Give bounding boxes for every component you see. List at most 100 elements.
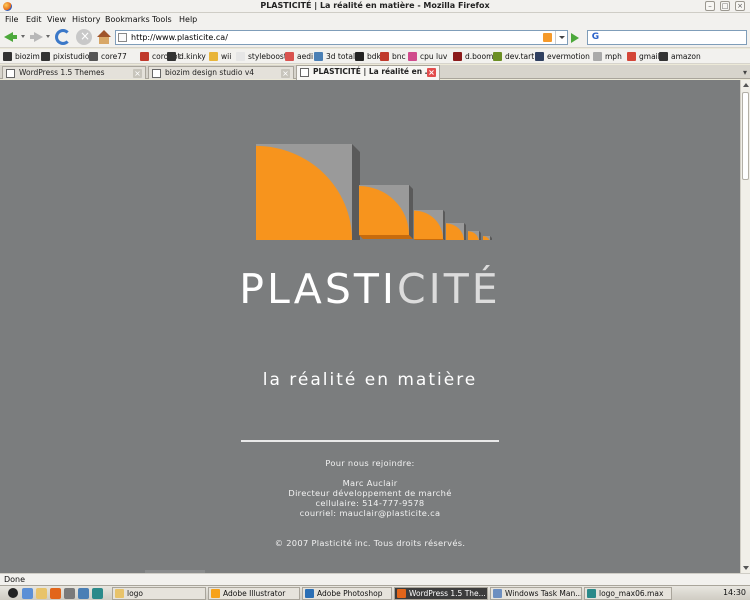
logo-cube <box>446 223 466 240</box>
bookmark-label: gmail <box>639 52 660 61</box>
app-icon <box>211 589 220 598</box>
taskbar-item-label: logo <box>127 589 144 598</box>
bookmark-wii[interactable]: wii <box>209 51 231 62</box>
close-tab-icon[interactable]: × <box>427 68 436 77</box>
quicklaunch-ie-icon[interactable] <box>22 588 33 599</box>
bookmark-label: cpu luv <box>420 52 448 61</box>
bookmark-favicon-icon <box>453 52 462 61</box>
bookmark-label: aedi <box>297 52 314 61</box>
taskbar-item-adobe-illustrator[interactable]: Adobe Illustrator <box>208 587 300 600</box>
quicklaunch-desktop-icon[interactable] <box>64 588 75 599</box>
page-icon <box>6 69 15 78</box>
stop-icon[interactable] <box>76 29 92 45</box>
tab-list-chevron-icon[interactable]: ▾ <box>743 68 747 77</box>
quicklaunch-max-icon[interactable] <box>92 588 103 599</box>
bookmark-label: core77 <box>101 52 127 61</box>
contact-email[interactable]: courriel: mauclair@plasticite.ca <box>0 508 740 518</box>
reload-icon[interactable] <box>55 29 71 45</box>
home-icon[interactable] <box>96 29 112 45</box>
start-menu-icon[interactable] <box>8 588 18 598</box>
close-window-button[interactable]: × <box>735 1 745 11</box>
menu-bookmarks[interactable]: Bookmarks <box>105 15 150 24</box>
brand-part-1: PLASTI <box>239 265 398 313</box>
menu-help[interactable]: Help <box>179 15 197 24</box>
bookmark-label: evermotion <box>547 52 590 61</box>
vertical-scrollbar[interactable] <box>740 80 750 573</box>
bookmark-favicon-icon <box>627 52 636 61</box>
bookmark-3d-total[interactable]: 3d total <box>314 51 355 62</box>
bookmark-label: styleboost <box>248 52 287 61</box>
menu-bar: File Edit View History Bookmarks Tools H… <box>0 13 750 26</box>
menu-tools[interactable]: Tools <box>152 15 172 24</box>
bookmark-bnc[interactable]: bnc <box>380 51 406 62</box>
minimize-button[interactable]: – <box>705 1 715 11</box>
bookmark-pixistudio[interactable]: pixistudio <box>41 51 89 62</box>
bookmark-bdk[interactable]: bdk <box>355 51 381 62</box>
bookmark-favicon-icon <box>3 52 12 61</box>
bookmark-d-kinky[interactable]: d.kinky <box>167 51 206 62</box>
bookmark-cpu-luv[interactable]: cpu luv <box>408 51 447 62</box>
logo-cube <box>359 185 413 239</box>
quicklaunch-firefox-icon[interactable] <box>50 588 61 599</box>
bookmark-amazon[interactable]: amazon <box>659 51 701 62</box>
taskbar-item-wordpress-1-5-the[interactable]: WordPress 1.5 The... <box>394 587 488 600</box>
bookmark-d-boom[interactable]: d.boom <box>453 51 493 62</box>
page-icon <box>118 33 127 42</box>
taskbar-item-logo[interactable]: logo <box>112 587 206 600</box>
go-icon[interactable] <box>571 33 579 43</box>
quicklaunch-app-icon[interactable] <box>78 588 89 599</box>
taskbar-item-logo-max06-max[interactable]: logo_max06.max <box>584 587 672 600</box>
bookmark-styleboost[interactable]: styleboost <box>236 51 287 62</box>
forward-icon[interactable] <box>28 29 44 45</box>
close-tab-icon[interactable]: × <box>133 69 142 78</box>
scroll-down-icon[interactable] <box>743 566 749 570</box>
logo-cube <box>414 210 445 240</box>
contact-name: Marc Auclair <box>342 478 398 488</box>
maximize-button[interactable]: □ <box>720 1 730 11</box>
menu-file[interactable]: File <box>5 15 18 24</box>
bookmark-favicon-icon <box>314 52 323 61</box>
scrollbar-thumb[interactable] <box>742 92 749 180</box>
address-bar[interactable]: http://www.plasticite.ca/ <box>115 30 568 45</box>
logo-cube <box>256 144 360 240</box>
tab-biozim[interactable]: biozim design studio v4 × <box>148 66 294 79</box>
address-input[interactable]: http://www.plasticite.ca/ <box>131 33 228 42</box>
close-tab-icon[interactable]: × <box>281 69 290 78</box>
bookmark-label: bdk <box>367 52 381 61</box>
rss-feed-icon[interactable] <box>543 33 552 42</box>
bookmark-gmail[interactable]: gmail <box>627 51 660 62</box>
app-icon <box>397 589 406 598</box>
tab-plasticite[interactable]: PLASTICITÉ | La réalité en ... × <box>296 65 440 80</box>
app-icon <box>115 589 124 598</box>
tab-wordpress-themes[interactable]: WordPress 1.5 Themes × <box>2 66 146 79</box>
search-engine-icon[interactable]: G <box>590 32 601 43</box>
bookmark-favicon-icon <box>209 52 218 61</box>
taskbar-item-windows-task-man[interactable]: Windows Task Man... <box>490 587 582 600</box>
copyright: © 2007 Plasticité inc. Tous droits réser… <box>274 538 466 548</box>
back-history-chevron-icon[interactable] <box>21 35 25 38</box>
menu-view[interactable]: View <box>47 15 66 24</box>
address-dropdown-chevron-icon[interactable] <box>555 31 567 44</box>
back-icon[interactable] <box>3 29 19 45</box>
bookmark-evermotion[interactable]: evermotion <box>535 51 590 62</box>
divider <box>241 440 499 442</box>
bookmark-label: biozim <box>15 52 40 61</box>
taskbar-item-label: WordPress 1.5 The... <box>409 589 486 598</box>
bookmark-favicon-icon <box>355 52 364 61</box>
plasticite-logo <box>256 144 492 240</box>
taskbar-item-adobe-photoshop[interactable]: Adobe Photoshop <box>302 587 392 600</box>
search-box[interactable]: G <box>587 30 747 45</box>
tab-label: PLASTICITÉ | La réalité en ... <box>313 67 434 76</box>
bookmarks-toolbar: biozimpixistudiocore77coroflotd.kinkywii… <box>0 49 750 64</box>
bookmark-mph[interactable]: mph <box>593 51 622 62</box>
menu-history[interactable]: History <box>72 15 100 24</box>
bookmark-core77[interactable]: core77 <box>89 51 127 62</box>
bookmark-dev-tart[interactable]: dev.tart <box>493 51 534 62</box>
scroll-up-icon[interactable] <box>743 83 749 87</box>
quicklaunch-folder-icon[interactable] <box>36 588 47 599</box>
forward-history-chevron-icon[interactable] <box>46 35 50 38</box>
bookmark-biozim[interactable]: biozim <box>3 51 40 62</box>
bookmark-favicon-icon <box>659 52 668 61</box>
bookmark-aedi[interactable]: aedi <box>285 51 313 62</box>
menu-edit[interactable]: Edit <box>26 15 42 24</box>
